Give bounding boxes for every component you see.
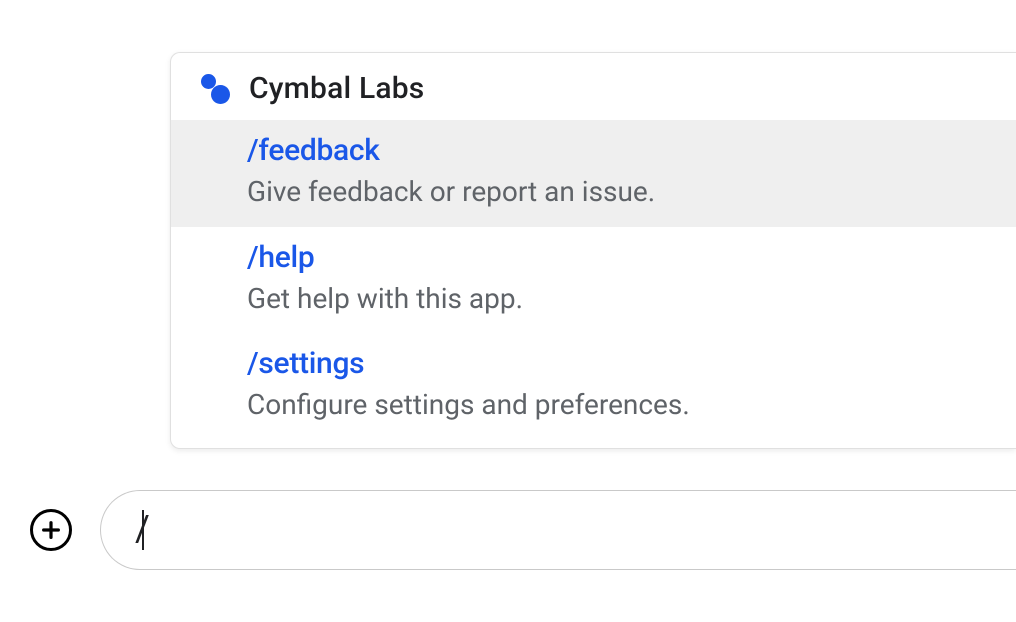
command-name: /help [247, 237, 992, 279]
command-description: Get help with this app. [247, 279, 992, 320]
popup-header: Cymbal Labs [171, 53, 1016, 120]
plus-icon [40, 519, 62, 541]
app-icon [199, 74, 229, 104]
command-item-feedback[interactable]: /feedback Give feedback or report an iss… [171, 120, 1016, 227]
add-button[interactable] [30, 509, 72, 551]
input-row: / [30, 490, 1016, 570]
command-description: Configure settings and preferences. [247, 385, 992, 426]
text-cursor [142, 510, 144, 550]
command-name: /feedback [247, 130, 992, 172]
command-item-help[interactable]: /help Get help with this app. [171, 227, 1016, 334]
command-name: /settings [247, 343, 992, 385]
message-input-wrapper[interactable]: / [100, 490, 1016, 570]
command-popup: Cymbal Labs /feedback Give feedback or r… [170, 52, 1016, 449]
app-title: Cymbal Labs [249, 71, 424, 106]
command-item-settings[interactable]: /settings Configure settings and prefere… [171, 333, 1016, 448]
command-description: Give feedback or report an issue. [247, 172, 992, 213]
message-input[interactable]: / [135, 508, 150, 551]
